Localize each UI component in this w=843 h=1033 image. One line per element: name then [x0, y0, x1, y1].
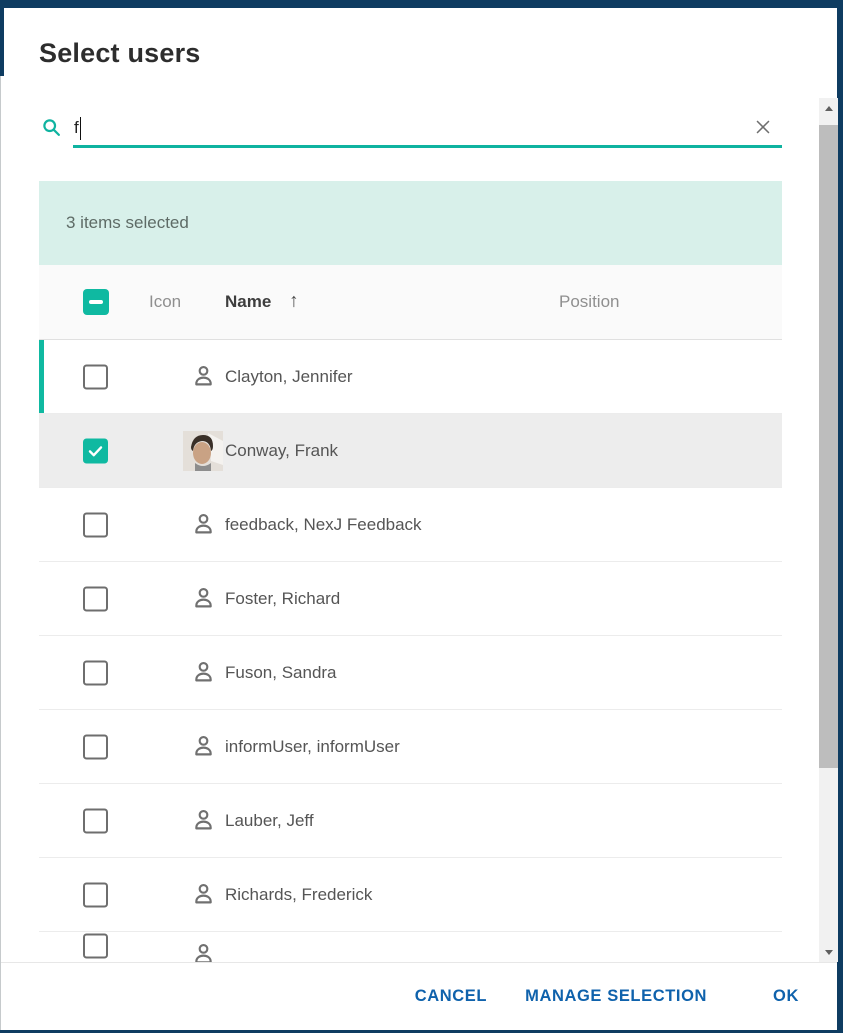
search-field[interactable]: f: [1, 108, 782, 156]
arrow-down-icon: [825, 950, 833, 955]
table-row[interactable]: Fuson, Sandra: [39, 636, 782, 710]
row-checkbox[interactable]: [83, 660, 108, 685]
user-name: Richards, Frederick: [225, 885, 372, 905]
user-name: Foster, Richard: [225, 589, 340, 609]
select-users-dialog: Select users f 3 items selected Icon Nam…: [0, 8, 837, 1030]
table-row[interactable]: Richards, Frederick: [39, 858, 782, 932]
person-icon: [190, 511, 217, 538]
table-row[interactable]: feedback, NexJ Feedback: [39, 488, 782, 562]
row-checkbox[interactable]: [83, 364, 108, 389]
row-checkbox[interactable]: [83, 934, 108, 959]
ok-button[interactable]: OK: [773, 987, 799, 1006]
user-name: informUser, informUser: [225, 737, 400, 757]
row-checkbox[interactable]: [83, 586, 108, 611]
checkmark-icon: [86, 441, 105, 460]
scroll-down-button[interactable]: [819, 942, 838, 962]
avatar: [183, 431, 223, 471]
search-input[interactable]: f: [74, 114, 81, 142]
table-row[interactable]: Foster, Richard: [39, 562, 782, 636]
search-input-value: f: [74, 118, 79, 138]
arrow-up-icon: [825, 106, 833, 111]
row-checkbox[interactable]: [83, 734, 108, 759]
row-checkbox[interactable]: [83, 512, 108, 537]
row-checkbox[interactable]: [83, 438, 108, 463]
dialog-title: Select users: [39, 38, 201, 69]
table-row[interactable]: Clayton, Jennifer: [39, 340, 782, 414]
selection-count-text: 3 items selected: [66, 213, 189, 233]
manage-selection-button[interactable]: MANAGE SELECTION: [525, 987, 707, 1006]
column-header-position[interactable]: Position: [559, 292, 619, 312]
person-icon: [190, 881, 217, 908]
sort-ascending-icon[interactable]: ↑: [289, 291, 299, 313]
column-header-icon: Icon: [149, 292, 181, 312]
scroll-up-button[interactable]: [819, 98, 838, 118]
select-all-checkbox[interactable]: [83, 289, 109, 315]
cancel-button[interactable]: CANCEL: [415, 987, 487, 1006]
vertical-scrollbar[interactable]: [819, 98, 838, 962]
person-icon: [190, 659, 217, 686]
person-icon: [190, 585, 217, 612]
row-checkbox[interactable]: [83, 808, 108, 833]
search-icon: [41, 117, 63, 139]
person-icon: [190, 733, 217, 760]
active-row-indicator: [39, 340, 44, 413]
person-icon: [190, 941, 217, 964]
column-header-name[interactable]: Name: [225, 292, 271, 312]
selection-banner: 3 items selected: [39, 181, 782, 265]
indeterminate-mark-icon: [89, 300, 103, 303]
window-frame-edge: [0, 0, 4, 76]
dialog-footer: CANCEL MANAGE SELECTION OK: [1, 962, 837, 1030]
user-name: feedback, NexJ Feedback: [225, 515, 422, 535]
user-name: Conway, Frank: [225, 441, 338, 461]
table-row[interactable]: Lauber, Jeff: [39, 784, 782, 858]
table-row[interactable]: informUser, informUser: [39, 710, 782, 784]
table-row[interactable]: [39, 932, 782, 963]
person-icon: [190, 807, 217, 834]
row-checkbox[interactable]: [83, 882, 108, 907]
table-body: Clayton, Jennifer: [39, 340, 782, 963]
person-icon: [190, 363, 217, 390]
search-underline: [73, 145, 782, 148]
table-row[interactable]: Conway, Frank: [39, 414, 782, 488]
scrollbar-thumb[interactable]: [819, 125, 838, 768]
users-table: 3 items selected Icon Name ↑ Position: [39, 181, 782, 963]
user-name: Clayton, Jennifer: [225, 367, 353, 387]
user-name: Lauber, Jeff: [225, 811, 314, 831]
user-name: Fuson, Sandra: [225, 663, 337, 683]
table-header: Icon Name ↑ Position: [39, 265, 782, 340]
text-caret: [80, 117, 82, 140]
clear-search-icon[interactable]: [752, 116, 774, 138]
